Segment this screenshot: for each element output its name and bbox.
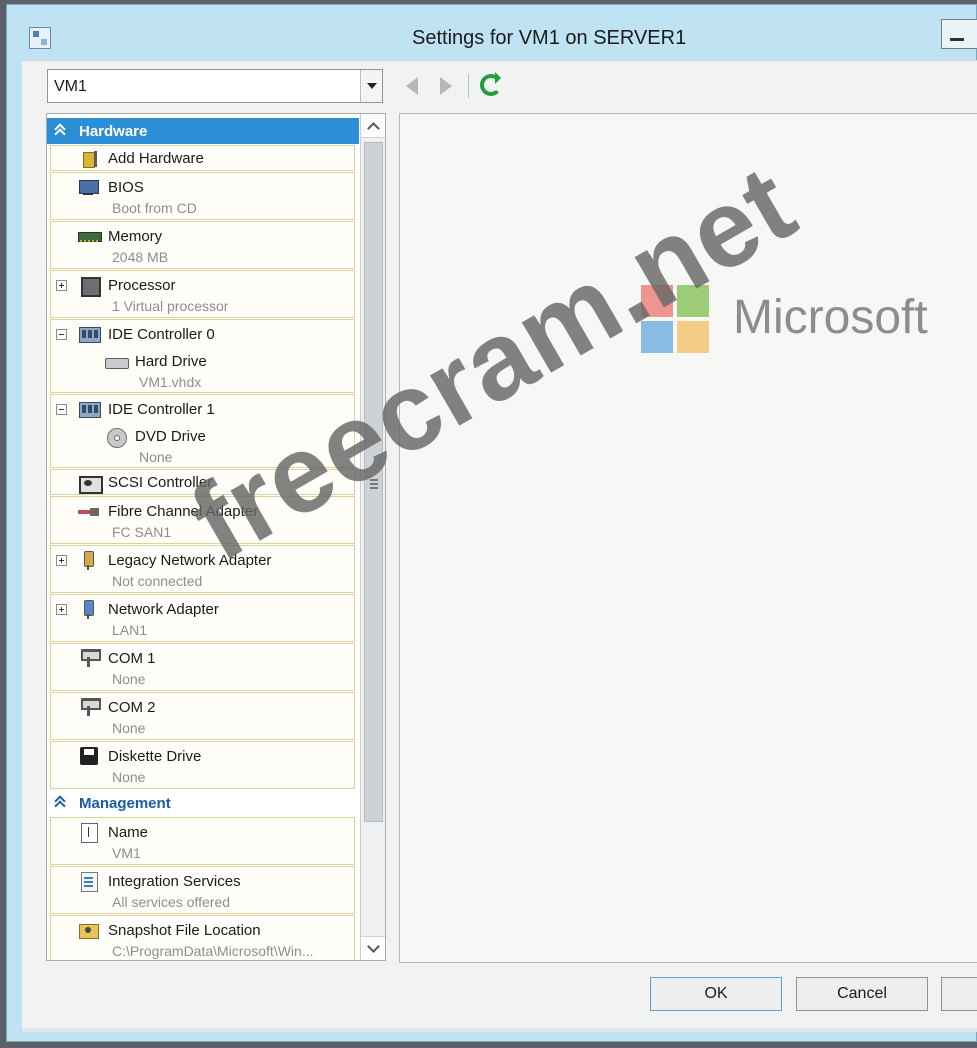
title-bar[interactable]: Settings for VM1 on SERVER1	[7, 5, 977, 57]
window-bottom-strip	[22, 1028, 977, 1032]
memory-icon	[78, 227, 102, 245]
hard-drive-icon	[105, 353, 129, 371]
ide-controller-icon	[78, 400, 101, 418]
tree-item-snapshot-file-location[interactable]: Snapshot File Location C:\ProgramData\Mi…	[50, 915, 355, 960]
tree-item-processor[interactable]: Processor 1 Virtual processor	[50, 270, 355, 318]
scroll-down-button[interactable]	[361, 936, 385, 960]
com-port-icon	[78, 649, 101, 667]
expand-plus-icon[interactable]	[56, 604, 67, 615]
refresh-icon[interactable]	[480, 72, 502, 96]
tree-item-ide-controller-0[interactable]: IDE Controller 0 Hard Drive VM1.vhdx	[50, 319, 355, 393]
bios-icon	[78, 178, 100, 196]
collapse-up-icon[interactable]	[54, 795, 66, 809]
tree-item-add-hardware[interactable]: Add Hardware	[50, 145, 355, 171]
collapse-up-icon[interactable]	[54, 123, 66, 137]
expand-plus-icon[interactable]	[56, 555, 67, 566]
scroll-up-button[interactable]	[361, 114, 385, 138]
name-icon	[78, 823, 100, 843]
tree-item-com-1[interactable]: COM 1 None	[50, 643, 355, 691]
toolbar-separator	[468, 74, 469, 98]
dvd-drive-icon	[105, 428, 127, 448]
management-section-header[interactable]: Management	[47, 790, 359, 816]
collapse-minus-icon[interactable]	[56, 329, 67, 340]
settings-app-icon	[29, 27, 51, 49]
tree-item-com-2[interactable]: COM 2 None	[50, 692, 355, 740]
minimize-button[interactable]	[941, 19, 977, 49]
window-title: Settings for VM1 on SERVER1	[412, 27, 687, 49]
processor-icon	[78, 276, 101, 297]
back-arrow-icon[interactable]	[406, 77, 418, 95]
hardware-section-header[interactable]: Hardware	[47, 118, 359, 144]
vm-selector-value: VM1	[54, 78, 87, 95]
dialog-client: VM1 Hardware Add Hardware BIOS Boot from…	[22, 60, 977, 1028]
diskette-drive-icon	[78, 747, 100, 765]
scsi-controller-icon	[78, 474, 103, 494]
network-adapter-icon	[78, 600, 100, 619]
tree-item-memory[interactable]: Memory 2048 MB	[50, 221, 355, 269]
com-port-icon	[78, 698, 101, 716]
forward-arrow-icon[interactable]	[440, 77, 452, 95]
apply-button[interactable]	[941, 977, 977, 1011]
vm-selector[interactable]: VM1	[47, 69, 383, 103]
fibre-channel-icon	[78, 502, 100, 520]
tree-item-bios[interactable]: BIOS Boot from CD	[50, 172, 355, 220]
snapshot-folder-icon	[78, 921, 100, 939]
microsoft-logo-text: Microsoft	[733, 291, 928, 344]
ide-controller-icon	[78, 325, 101, 343]
collapse-minus-icon[interactable]	[56, 404, 67, 415]
chevron-down-icon[interactable]	[360, 70, 382, 102]
tree-item-integration-services[interactable]: Integration Services All services offere…	[50, 866, 355, 914]
tree-item-name[interactable]: Name VM1	[50, 817, 355, 865]
cancel-button[interactable]: Cancel	[796, 977, 928, 1011]
integration-services-icon	[78, 872, 100, 892]
tree-item-diskette-drive[interactable]: Diskette Drive None	[50, 741, 355, 789]
tree-scrollbar[interactable]	[360, 114, 385, 960]
add-hardware-icon	[78, 151, 100, 169]
legacy-network-adapter-icon	[78, 551, 100, 570]
tree-item-hard-drive[interactable]: Hard Drive VM1.vhdx	[51, 351, 354, 390]
tree-item-legacy-network-adapter[interactable]: Legacy Network Adapter Not connected	[50, 545, 355, 593]
tree-item-network-adapter[interactable]: Network Adapter LAN1	[50, 594, 355, 642]
settings-window: Settings for VM1 on SERVER1 VM1 Hardware…	[6, 4, 977, 1042]
expand-plus-icon[interactable]	[56, 280, 67, 291]
ok-button[interactable]: OK	[650, 977, 782, 1011]
